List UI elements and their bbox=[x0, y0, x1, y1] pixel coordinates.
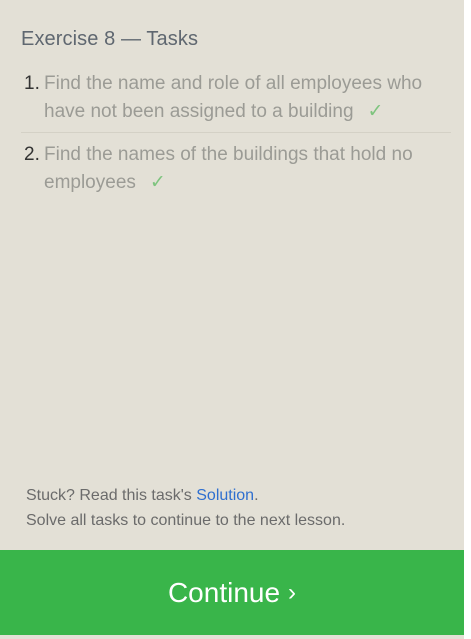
instruction-text: Solve all tasks to continue to the next … bbox=[26, 512, 346, 529]
task-text: Find the name and role of all employees … bbox=[44, 73, 423, 122]
footer-help: Stuck? Read this task's Solution. Solve … bbox=[26, 483, 345, 533]
continue-label: Continue bbox=[167, 576, 281, 608]
stuck-text: Stuck? Read this task's bbox=[26, 487, 197, 504]
stuck-line: Stuck? Read this task's Solution. bbox=[26, 483, 345, 508]
task-item: 2. Find the names of the buildings that … bbox=[21, 141, 451, 203]
checkmark-icon: ✓ bbox=[149, 172, 166, 193]
checkmark-icon: ✓ bbox=[367, 101, 384, 122]
task-number: 2. bbox=[24, 144, 40, 165]
task-number: 1. bbox=[24, 73, 40, 94]
panel-title: Exercise 8 — Tasks bbox=[21, 28, 199, 50]
task-item: 1. Find the name and role of all employe… bbox=[21, 70, 451, 133]
solution-link[interactable]: Solution bbox=[196, 487, 254, 504]
task-text: Find the names of the buildings that hol… bbox=[44, 144, 413, 193]
task-list: 1. Find the name and role of all employe… bbox=[21, 70, 451, 211]
chevron-right-icon: › bbox=[288, 578, 297, 606]
continue-button[interactable]: Continue › bbox=[0, 550, 464, 635]
stuck-suffix: . bbox=[254, 487, 259, 504]
tasks-panel: Exercise 8 — Tasks 1. Find the name and … bbox=[0, 0, 464, 639]
